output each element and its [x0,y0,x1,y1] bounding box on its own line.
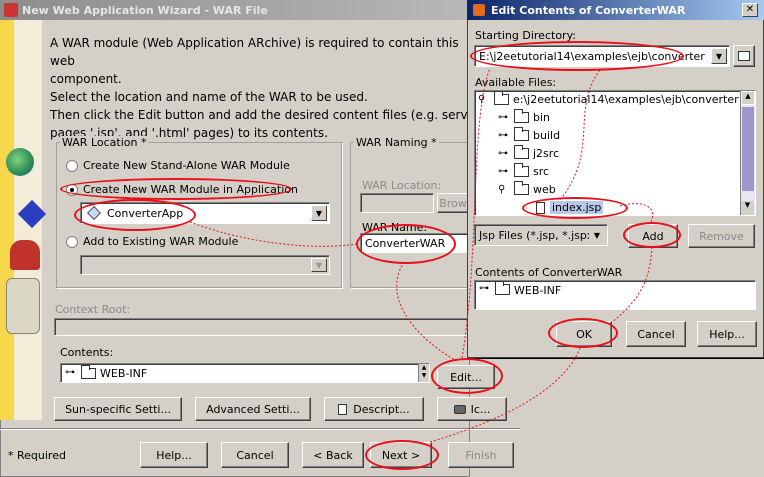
arrow-ok-to-next [429,347,581,443]
arrow-startdir-to-tree [559,69,601,201]
arrow-index-to-add [619,203,653,225]
arrow-app-to-name [189,221,357,247]
arrow-name-to-edit [396,261,456,361]
annotation-arrows [189,67,653,443]
arrow-edit-to-startdir [461,67,491,359]
arrow-add-to-ok [611,246,653,323]
